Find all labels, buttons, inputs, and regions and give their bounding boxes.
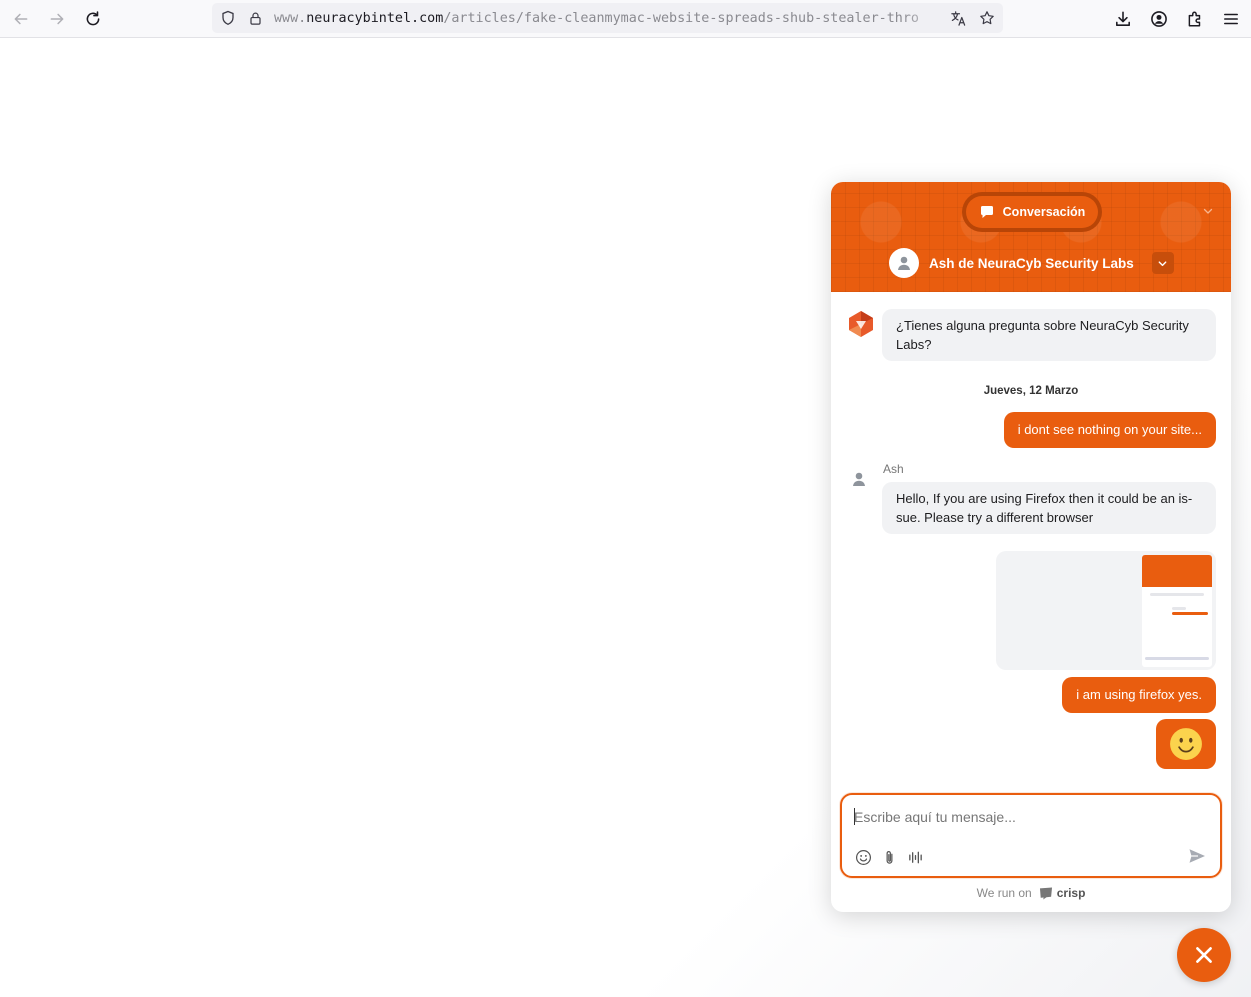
- close-icon: [1196, 947, 1212, 963]
- downloads-button[interactable]: [1109, 5, 1137, 33]
- attachment-paperclip-icon[interactable]: [880, 848, 898, 866]
- emoji-picker-icon[interactable]: [854, 848, 872, 866]
- message-composer: [840, 793, 1222, 878]
- user-message: i am using firefox yes.: [1062, 677, 1216, 713]
- back-arrow-icon: [14, 13, 28, 25]
- extensions-button[interactable]: [1181, 5, 1209, 33]
- operator-message: Hello, If you are using Firefox then it …: [882, 482, 1216, 534]
- chat-window: Conversación Ash de NeuraCyb Security La…: [831, 182, 1231, 912]
- conversation-tab-pill: Conversación: [966, 196, 1098, 228]
- extensions-puzzle-icon: [1188, 11, 1201, 27]
- crisp-brand-label: crisp: [1056, 886, 1086, 900]
- hamburger-menu-icon: [1224, 13, 1238, 25]
- send-arrow-icon: [1189, 849, 1205, 863]
- thumbnail-line: [1172, 612, 1208, 615]
- operator-avatar-icon: [853, 472, 865, 486]
- back-button[interactable]: [7, 5, 35, 33]
- translate-icon[interactable]: [949, 9, 967, 27]
- thumbnail-line: [1150, 593, 1204, 596]
- agent-name: Ash de NeuraCyb Security Labs: [929, 255, 1134, 271]
- conversation-tab-label: Conversación: [1002, 205, 1086, 219]
- audio-waveform-icon[interactable]: [906, 848, 924, 866]
- crisp-brand-link[interactable]: crisp: [1038, 886, 1086, 900]
- smiley-emoji-icon: [1170, 728, 1202, 760]
- url-path: /articles/fake-cleanmymac-website-spread…: [443, 11, 919, 26]
- close-chat-button[interactable]: [1177, 928, 1231, 982]
- thumbnail-header: [1142, 555, 1212, 587]
- agent-dropdown-button[interactable]: [1151, 252, 1174, 274]
- url-fade: [902, 7, 948, 29]
- send-button[interactable]: [1185, 844, 1209, 868]
- conversation-tab[interactable]: Conversación: [962, 192, 1102, 232]
- agent-avatar: [889, 248, 919, 278]
- thumbnail-line: [1172, 607, 1186, 610]
- date-separator: Jueves, 12 Marzo: [983, 385, 1079, 397]
- image-attachment[interactable]: [996, 551, 1216, 670]
- company-logo-icon: [849, 311, 873, 337]
- browser-toolbar: www.neuracybintel.com/articles/fake-clea…: [0, 0, 1251, 38]
- operator-name: Ash: [883, 462, 904, 476]
- account-button[interactable]: [1145, 5, 1173, 33]
- text-cursor: [854, 808, 855, 825]
- agent-info: Ash de NeuraCyb Security Labs: [889, 248, 1174, 278]
- user-message: i dont see nothing on your site...: [1003, 412, 1216, 448]
- lock-icon[interactable]: [246, 9, 264, 27]
- screenshot-thumbnail: [1142, 555, 1212, 667]
- crisp-logo-icon: [1039, 886, 1052, 900]
- bookmark-star-icon[interactable]: [978, 9, 996, 27]
- url-text[interactable]: www.neuracybintel.com/articles/fake-clea…: [274, 10, 946, 28]
- minimize-chevron-icon[interactable]: [1199, 202, 1217, 220]
- emoji-message: [1156, 719, 1216, 769]
- powered-by-footer: We run on crisp: [831, 886, 1231, 900]
- person-icon: [898, 256, 910, 270]
- forward-arrow-icon: [50, 13, 64, 25]
- powered-by-text: We run on: [976, 886, 1032, 900]
- bot-greeting-message: ¿Tienes alguna pregunta sobre NeuraCyb S…: [882, 309, 1216, 361]
- chevron-down-icon: [1158, 260, 1167, 266]
- chat-bubble-icon: [980, 206, 993, 218]
- reload-icon: [86, 11, 100, 26]
- url-bar[interactable]: www.neuracybintel.com/articles/fake-clea…: [212, 3, 1003, 33]
- url-host: neuracybintel.com: [306, 11, 444, 26]
- url-prefix: www.: [274, 11, 307, 26]
- reload-button[interactable]: [79, 5, 107, 33]
- message-input[interactable]: [854, 805, 1174, 829]
- thumbnail-line: [1145, 657, 1209, 660]
- menu-button[interactable]: [1217, 5, 1245, 33]
- chat-header: Conversación Ash de NeuraCyb Security La…: [831, 182, 1231, 292]
- tracking-protection-shield-icon[interactable]: [219, 9, 237, 27]
- download-icon: [1116, 11, 1130, 26]
- account-icon: [1151, 11, 1167, 27]
- forward-button[interactable]: [43, 5, 71, 33]
